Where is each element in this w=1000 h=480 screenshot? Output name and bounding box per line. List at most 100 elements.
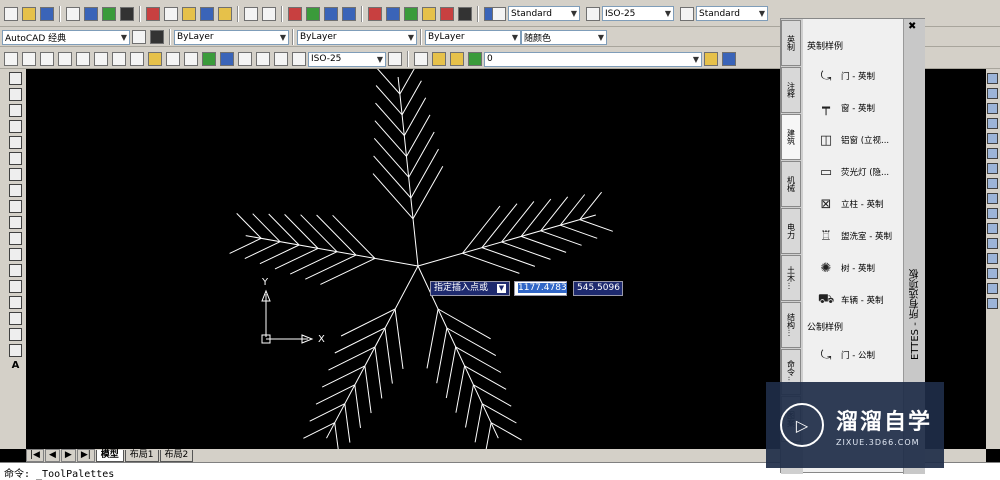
aligned-dim-icon[interactable] (22, 52, 36, 66)
tab-mechanical[interactable]: 机械 (781, 161, 801, 207)
tab-structural[interactable]: 结构... (781, 302, 801, 348)
gradient-icon[interactable] (9, 312, 22, 325)
layer-freeze-icon[interactable] (450, 52, 464, 66)
tab-layout2[interactable]: 布局2 (159, 449, 194, 462)
3d-dwf-icon[interactable] (120, 7, 134, 21)
tab-imperial[interactable]: 英制 (781, 20, 801, 66)
zoom-previous-icon[interactable] (342, 7, 356, 21)
offset-icon[interactable] (987, 118, 998, 129)
match-properties-icon[interactable] (200, 7, 214, 21)
jogged-icon[interactable] (94, 52, 108, 66)
join-icon[interactable] (987, 253, 998, 264)
copy-object-icon[interactable] (987, 88, 998, 99)
spline-icon[interactable] (9, 200, 22, 213)
table-style-select[interactable]: Standard ▼ (696, 6, 768, 21)
trim-icon[interactable] (987, 208, 998, 219)
plot-preview-icon[interactable] (84, 7, 98, 21)
ordinate-icon[interactable] (58, 52, 72, 66)
x-coordinate-input[interactable]: 1177.4783 (514, 281, 567, 296)
make-block-icon[interactable] (9, 264, 22, 277)
last-tab-icon[interactable]: ▶| (76, 449, 95, 462)
tab-architecture[interactable]: 建筑 (781, 114, 801, 160)
tab-annotation[interactable]: 注释 (781, 67, 801, 113)
zoom-realtime-icon[interactable] (306, 7, 320, 21)
rectangle-icon[interactable] (9, 136, 22, 149)
explode-icon[interactable] (987, 298, 998, 309)
workspace-settings-icon[interactable] (132, 30, 146, 44)
first-tab-icon[interactable]: |◀ (26, 449, 44, 462)
make-current-icon[interactable] (704, 52, 718, 66)
y-coordinate-input[interactable]: 545.5096 (573, 281, 623, 296)
layer-control-select[interactable]: 0 ▼ (484, 51, 702, 67)
layer-on-icon[interactable] (432, 52, 446, 66)
down-arrow-icon[interactable]: ▼ (497, 284, 506, 293)
color-control-select[interactable]: ByLayer ▼ (174, 29, 289, 45)
tab-electrical[interactable]: 电力 (781, 208, 801, 254)
palette-item-door-metric[interactable]: ⤿ 门 - 公制 (803, 339, 903, 371)
open-icon[interactable] (22, 7, 36, 21)
tab-layout1[interactable]: 布局1 (124, 449, 159, 462)
erase-icon[interactable] (987, 73, 998, 84)
paste-icon[interactable] (182, 7, 196, 21)
rotate-icon[interactable] (987, 163, 998, 174)
ellipse-arc-icon[interactable] (9, 232, 22, 245)
scale-icon[interactable] (987, 178, 998, 189)
next-tab-icon[interactable]: ▶ (60, 449, 76, 462)
properties-icon[interactable] (368, 7, 382, 21)
chamfer-icon[interactable] (987, 268, 998, 279)
table-icon[interactable] (9, 344, 22, 357)
center-mark-icon[interactable] (238, 52, 252, 66)
tab-civil[interactable]: 土木... (781, 255, 801, 301)
layer-manager-icon[interactable] (150, 30, 164, 44)
drawing-canvas[interactable]: Y X (26, 69, 780, 449)
copy-icon[interactable] (164, 7, 178, 21)
cut-icon[interactable] (146, 7, 160, 21)
pan-icon[interactable] (288, 7, 302, 21)
dim-update-icon[interactable] (292, 52, 306, 66)
arc-length-icon[interactable] (40, 52, 54, 66)
polygon-icon[interactable] (9, 120, 22, 133)
redo-icon[interactable] (262, 7, 276, 21)
palette-item-aluminum-window[interactable]: ◫ 铝窗 (立视... (803, 124, 903, 156)
quick-dim-icon[interactable] (148, 52, 162, 66)
fillet-icon[interactable] (987, 283, 998, 294)
line-icon[interactable] (9, 72, 22, 85)
layer-previous-icon[interactable] (722, 52, 736, 66)
publish-icon[interactable] (102, 7, 116, 21)
calculator-icon[interactable] (458, 7, 472, 21)
palette-item-fluorescent-light[interactable]: ▭ 荧光灯 (隐... (803, 156, 903, 188)
linear-dim-icon[interactable] (4, 52, 18, 66)
tool-palettes-icon[interactable] (404, 7, 418, 21)
undo-icon[interactable] (244, 7, 258, 21)
plot-style-select[interactable]: 随颜色 ▼ (521, 29, 607, 45)
break-icon[interactable] (987, 238, 998, 249)
construction-line-icon[interactable] (9, 88, 22, 101)
radius-icon[interactable] (76, 52, 90, 66)
layer-lock-icon[interactable] (468, 52, 482, 66)
point-icon[interactable] (9, 280, 22, 293)
palette-item-car[interactable]: ⛟ 车辆 - 英制 (803, 284, 903, 316)
arc-icon[interactable] (9, 152, 22, 165)
move-icon[interactable] (987, 148, 998, 159)
palette-item-door[interactable]: ⤿ 门 - 英制 (803, 60, 903, 92)
circle-icon[interactable] (9, 168, 22, 181)
prev-tab-icon[interactable]: ◀ (44, 449, 60, 462)
dim-style-control-select[interactable]: ISO-25 ▼ (308, 51, 386, 67)
linetype-control-select[interactable]: ByLayer ▼ (297, 29, 417, 45)
tab-model[interactable]: 模型 (95, 449, 124, 462)
dim-text-edit-icon[interactable] (274, 52, 288, 66)
extend-icon[interactable] (987, 223, 998, 234)
lineweight-control-select[interactable]: ByLayer ▼ (425, 29, 521, 45)
region-icon[interactable] (9, 328, 22, 341)
palette-item-window[interactable]: ┯ 窗 - 英制 (803, 92, 903, 124)
new-icon[interactable] (4, 7, 18, 21)
dim-style-manager-icon[interactable] (388, 52, 402, 66)
hatch-icon[interactable] (9, 296, 22, 309)
insert-block-icon[interactable] (9, 248, 22, 261)
design-center-icon[interactable] (386, 7, 400, 21)
diameter-icon[interactable] (112, 52, 126, 66)
markup-icon[interactable] (440, 7, 454, 21)
save-icon[interactable] (40, 7, 54, 21)
tolerance-icon[interactable] (220, 52, 234, 66)
mtext-icon[interactable]: A (9, 360, 22, 373)
